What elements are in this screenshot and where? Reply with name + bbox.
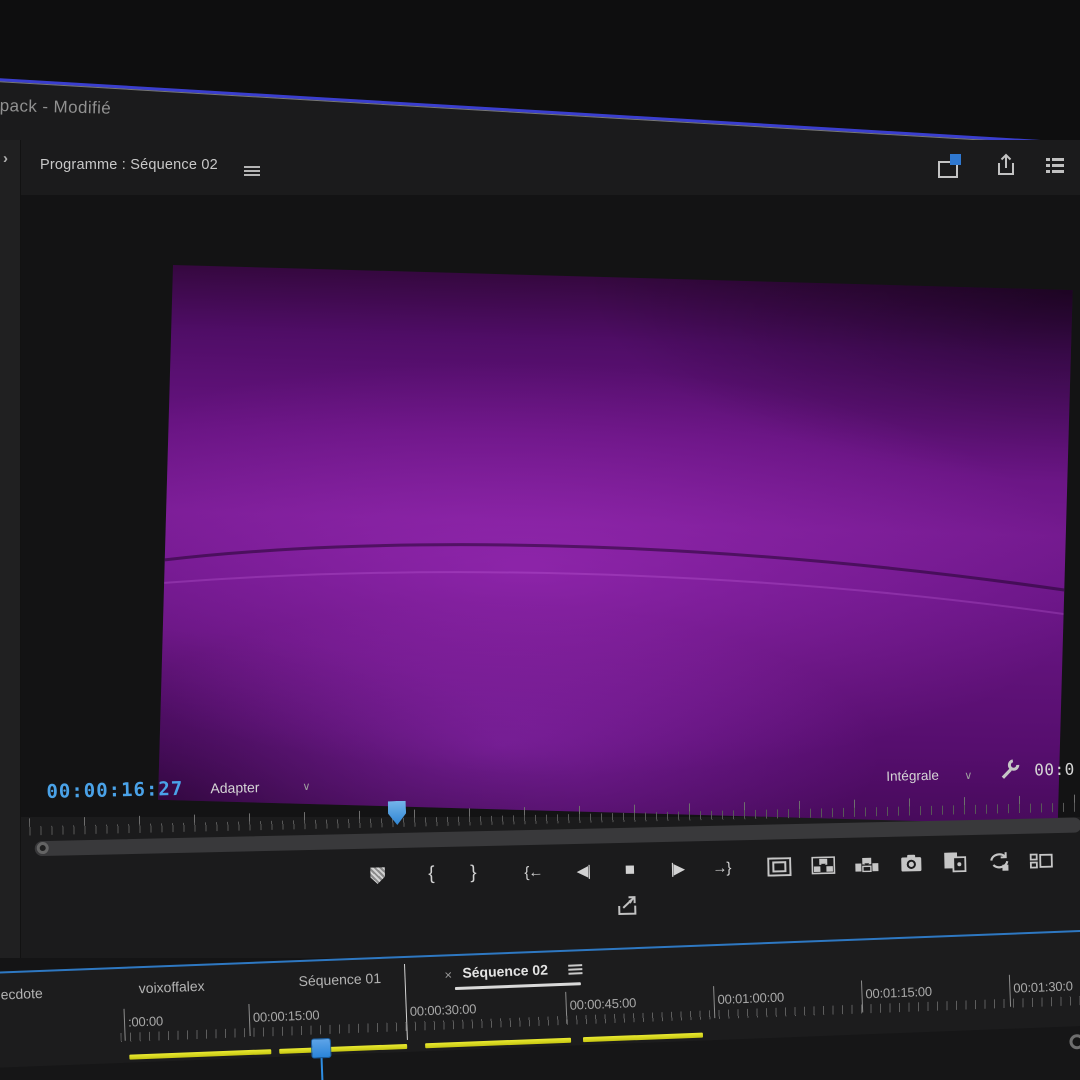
go-to-in-icon[interactable]: {←	[518, 858, 549, 887]
extract-icon[interactable]	[852, 850, 883, 879]
tab-voixoffalex[interactable]: voixoffalex	[138, 978, 204, 997]
ruler-label: 00:00:45:00	[569, 995, 636, 1013]
workspaces-icon[interactable]	[1046, 158, 1064, 176]
panel-expand-chevron-icon[interactable]: ›	[3, 150, 8, 167]
ruler-label: :00:00	[128, 1013, 164, 1029]
mark-in-icon[interactable]: {	[416, 860, 447, 889]
comparison-view-icon[interactable]	[940, 848, 971, 877]
duration-timecode-partial: 00:0	[1034, 760, 1075, 780]
ruler-label: 00:00:15:00	[253, 1007, 320, 1025]
quick-export-icon[interactable]	[994, 152, 1018, 178]
button-editor-icon[interactable]	[1026, 846, 1057, 875]
export-frame-icon[interactable]	[896, 849, 927, 878]
tab-anecdote[interactable]: necdote	[0, 985, 43, 1003]
window-title: pack - Modifié	[0, 96, 111, 119]
current-timecode[interactable]: 00:00:16:27	[46, 778, 183, 803]
fullscreen-video-icon[interactable]	[938, 154, 964, 180]
playback-resolution-dropdown[interactable]: Intégrale	[886, 768, 939, 784]
chevron-down-icon: ∨	[302, 780, 310, 793]
add-marker-icon[interactable]	[362, 861, 393, 890]
ruler-label: 00:01:00:00	[717, 989, 784, 1007]
ruler-label: 00:01:30:0	[1013, 978, 1073, 995]
program-controls: 00:00:16:27 Adapter ∨ Intégrale ∨ 00:0	[0, 747, 1080, 957]
panel-menu-icon[interactable]	[244, 166, 260, 168]
ruler-label: 00:01:15:00	[865, 984, 932, 1002]
tab-menu-icon[interactable]	[568, 964, 582, 967]
program-monitor-panel: › Programme : Séquence 02	[0, 140, 1080, 958]
loop-playback-icon[interactable]	[984, 847, 1015, 876]
video-preview-frame[interactable]	[158, 265, 1073, 825]
zoom-fit-dropdown[interactable]: Adapter	[210, 779, 259, 796]
step-forward-icon[interactable]: |▶	[662, 854, 693, 883]
timeline-scroll-knob[interactable]	[1069, 1034, 1080, 1050]
play-stop-icon[interactable]: ■	[614, 855, 645, 884]
tab-sequence-01[interactable]: Séquence 01	[298, 970, 381, 989]
ruler-label: 00:00:30:00	[410, 1001, 477, 1019]
active-tab-underline	[455, 982, 581, 989]
safe-margins-icon[interactable]	[764, 852, 795, 881]
timeline-playhead[interactable]	[311, 1038, 332, 1059]
mark-out-icon[interactable]: }	[458, 859, 489, 888]
premiere-app-window: pack - Modifié › Programme : Séquence 02	[0, 0, 1080, 1080]
chevron-down-icon: ∨	[964, 769, 972, 782]
scrollbar-knob[interactable]	[37, 842, 49, 854]
tab-sequence-02[interactable]: Séquence 02	[462, 962, 548, 981]
lift-icon[interactable]	[808, 851, 839, 880]
video-letterbox-area	[21, 195, 1080, 817]
step-back-icon[interactable]: ◀|	[568, 856, 599, 885]
program-panel-title: Programme : Séquence 02	[40, 157, 218, 173]
settings-wrench-icon[interactable]	[998, 757, 1023, 782]
tab-close-icon[interactable]: ×	[444, 967, 452, 982]
go-to-out-icon[interactable]: →}	[706, 853, 737, 882]
share-export-icon[interactable]	[615, 893, 641, 916]
